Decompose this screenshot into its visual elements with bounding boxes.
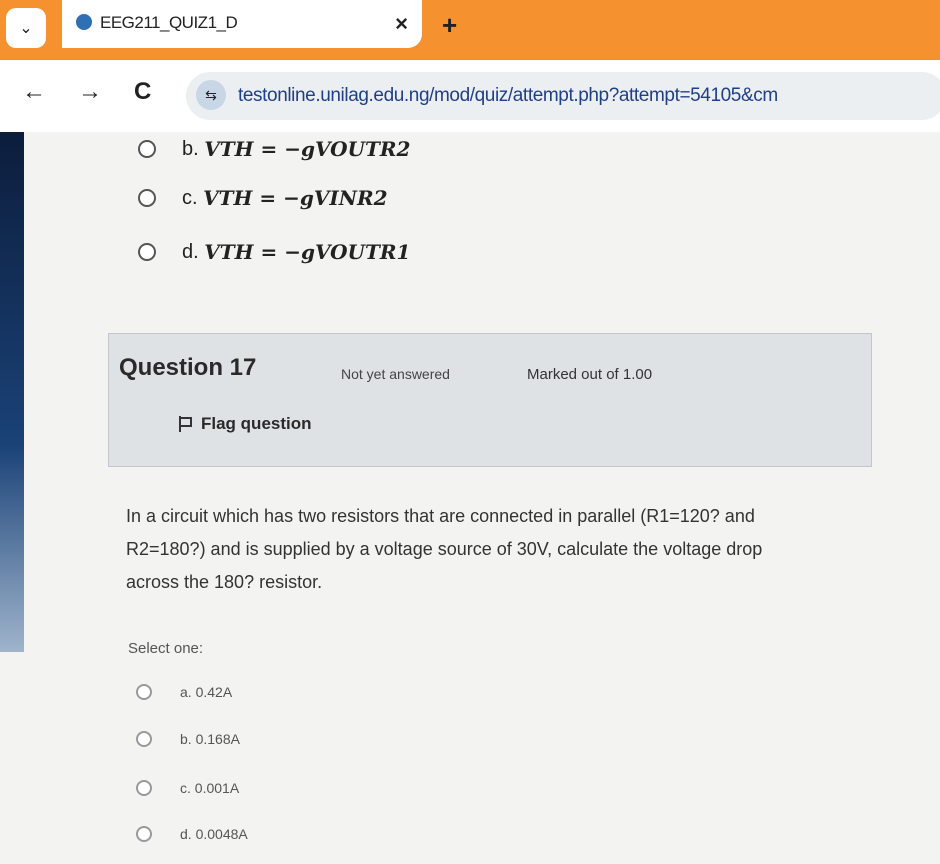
option-label: b.: [182, 137, 199, 160]
forward-button[interactable]: →: [78, 78, 102, 106]
tab-title: EEG211_QUIZ1_D: [100, 13, 238, 32]
flag-question-link[interactable]: Flag question: [179, 414, 312, 434]
radio-button[interactable]: [138, 140, 156, 158]
answer-option-c[interactable]: c. 0.001A: [136, 780, 239, 796]
question-state: Not yet answered: [341, 366, 450, 382]
close-tab-button[interactable]: ×: [395, 11, 408, 37]
select-prompt: Select one:: [128, 640, 204, 657]
url-text[interactable]: testonline.unilag.edu.ng/mod/quiz/attemp…: [238, 85, 778, 107]
address-bar[interactable]: ⇆ testonline.unilag.edu.ng/mod/quiz/atte…: [186, 72, 940, 120]
answer-option-a[interactable]: a. 0.42A: [136, 684, 232, 700]
prev-option-b[interactable]: b. VTH = −gVOUTR2: [138, 137, 410, 161]
prev-option-c[interactable]: c. VTH = −gVINR2: [138, 186, 388, 210]
option-equation: VTH = −gVOUTR1: [204, 240, 411, 264]
question-mark: Marked out of 1.00: [527, 366, 653, 383]
tab-bar: ⌄ EEG211_QUIZ1_D × +: [0, 0, 940, 60]
answer-label: b. 0.168A: [180, 731, 240, 747]
site-settings-icon[interactable]: ⇆: [196, 80, 226, 110]
prev-option-d[interactable]: d. VTH = −gVOUTR1: [138, 240, 410, 264]
radio-button[interactable]: [136, 780, 152, 796]
navigation-bar: ← → C ⇆ testonline.unilag.edu.ng/mod/qui…: [0, 60, 940, 132]
answer-option-b[interactable]: b. 0.168A: [136, 731, 240, 747]
flag-label: Flag question: [201, 414, 312, 433]
answer-label: c. 0.001A: [180, 780, 240, 796]
back-button[interactable]: ←: [22, 78, 46, 106]
option-equation: VTH = −gVINR2: [203, 186, 388, 210]
question-text: In a circuit which has two resistors tha…: [126, 506, 763, 592]
option-label: c.: [182, 186, 198, 209]
left-edge: [0, 132, 24, 652]
answer-label: d. 0.0048A: [180, 826, 248, 842]
new-tab-button[interactable]: +: [442, 10, 457, 41]
tab-menu-button[interactable]: ⌄: [6, 8, 46, 48]
reload-button[interactable]: C: [134, 78, 151, 106]
option-label: d.: [182, 240, 199, 263]
radio-button[interactable]: [136, 826, 152, 842]
answer-label: a. 0.42A: [180, 684, 233, 700]
question-info-box: Question 17 Not yet answered Marked out …: [108, 333, 872, 467]
globe-icon: [76, 14, 92, 30]
radio-button[interactable]: [136, 731, 152, 747]
chevron-down-icon: ⌄: [19, 20, 33, 37]
question-number: Question 17: [119, 354, 257, 381]
radio-button[interactable]: [136, 684, 152, 700]
flag-icon: [179, 416, 193, 432]
answer-option-d[interactable]: d. 0.0048A: [136, 826, 248, 842]
radio-button[interactable]: [138, 189, 156, 207]
radio-button[interactable]: [138, 243, 156, 261]
browser-tab[interactable]: EEG211_QUIZ1_D ×: [62, 0, 422, 48]
option-equation: VTH = −gVOUTR2: [204, 137, 411, 161]
